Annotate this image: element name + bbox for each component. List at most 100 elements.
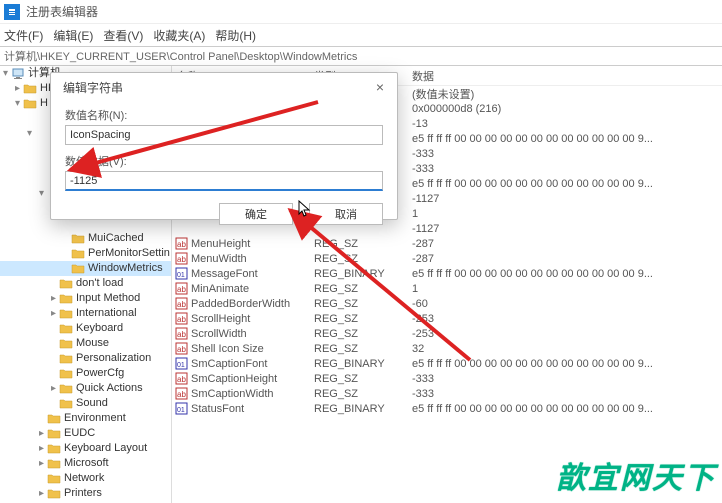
folder-icon xyxy=(59,278,73,290)
tree-item-label: WindowMetrics xyxy=(88,261,163,276)
expand-icon[interactable]: ▸ xyxy=(36,426,47,441)
tree-item-label: don't load xyxy=(76,276,123,291)
tree-item-label: Printers xyxy=(64,486,102,501)
value-type: REG_SZ xyxy=(314,313,412,325)
menu-view[interactable]: 查看(V) xyxy=(103,27,143,44)
column-data[interactable]: 数据 xyxy=(412,68,722,84)
value-row[interactable]: 01SmCaptionFontREG_BINARYe5 ff ff ff 00 … xyxy=(172,356,722,371)
value-name-input[interactable] xyxy=(65,125,383,145)
value-row[interactable]: 01StatusFontREG_BINARYe5 ff ff ff 00 00 … xyxy=(172,401,722,416)
tree-item[interactable]: Personalization xyxy=(0,351,171,366)
svg-text:ab: ab xyxy=(177,240,186,249)
expand-icon[interactable]: ▸ xyxy=(48,381,59,396)
edit-string-dialog: 编辑字符串 × 数值名称(N): 数值数据(V): 确定 取消 xyxy=(50,72,398,220)
folder-icon xyxy=(23,98,37,110)
folder-icon xyxy=(47,488,61,500)
tree-item[interactable]: Network xyxy=(0,471,171,486)
expand-icon[interactable]: ▾ xyxy=(12,96,23,111)
value-data: -1127 xyxy=(412,193,722,205)
tree-item[interactable]: MuiCached xyxy=(0,231,171,246)
svg-text:ab: ab xyxy=(177,375,186,384)
folder-icon xyxy=(35,113,49,125)
tree-item[interactable]: ▸ Printers xyxy=(0,486,171,501)
value-data: 1 xyxy=(412,208,722,220)
tree-item[interactable]: ▸Microsoft xyxy=(0,456,171,471)
tree-item[interactable]: Sound xyxy=(0,396,171,411)
svg-text:ab: ab xyxy=(177,315,186,324)
svg-text:ab: ab xyxy=(177,330,186,339)
value-name: MenuWidth xyxy=(191,253,314,265)
value-type: REG_BINARY xyxy=(314,403,412,415)
value-data: e5 ff ff ff 00 00 00 00 00 00 00 00 00 0… xyxy=(412,178,722,190)
expand-icon[interactable]: ▸ xyxy=(36,441,47,456)
value-data: -13 xyxy=(412,118,722,130)
tree-item[interactable]: ▸ EUDC xyxy=(0,426,171,441)
value-row[interactable]: abShell Icon SizeREG_SZ32 xyxy=(172,341,722,356)
tree-item[interactable]: ▸International xyxy=(0,306,171,321)
value-name: ScrollWidth xyxy=(191,328,314,340)
tree-item-label: Personalization xyxy=(76,351,151,366)
expand-icon[interactable]: ▾ xyxy=(36,186,47,201)
close-icon[interactable]: × xyxy=(371,78,389,96)
tree-item[interactable]: PowerCfg xyxy=(0,366,171,381)
value-type: REG_SZ xyxy=(314,238,412,250)
menu-file[interactable]: 文件(F) xyxy=(4,27,43,44)
tree-item[interactable]: ▸Quick Actions xyxy=(0,381,171,396)
value-name: MinAnimate xyxy=(191,283,314,295)
tree-item[interactable]: don't load xyxy=(0,276,171,291)
value-data: e5 ff ff ff 00 00 00 00 00 00 00 00 00 0… xyxy=(412,403,722,415)
value-row[interactable]: abPaddedBorderWidthREG_SZ-60 xyxy=(172,296,722,311)
expand-icon[interactable]: ▸ xyxy=(48,306,59,321)
expand-icon[interactable]: ▾ xyxy=(0,66,11,81)
menu-fav[interactable]: 收藏夹(A) xyxy=(153,27,205,44)
value-row[interactable]: abMenuHeightREG_SZ-287 xyxy=(172,236,722,251)
reg-string-icon: ab xyxy=(174,252,188,266)
value-row[interactable]: abScrollWidthREG_SZ-253 xyxy=(172,326,722,341)
tree-item[interactable]: ▸Keyboard Layout xyxy=(0,441,171,456)
folder-icon xyxy=(47,458,61,470)
value-data: -333 xyxy=(412,373,722,385)
tree-item[interactable]: ▸Input Method xyxy=(0,291,171,306)
expand-icon[interactable]: ▾ xyxy=(24,126,35,141)
value-type: REG_BINARY xyxy=(314,268,412,280)
reg-string-icon: ab xyxy=(174,342,188,356)
value-data: e5 ff ff ff 00 00 00 00 00 00 00 00 00 0… xyxy=(412,268,722,280)
expand-icon[interactable]: ▸ xyxy=(12,81,23,96)
value-name: Shell Icon Size xyxy=(191,343,314,355)
value-row[interactable]: 01MessageFontREG_BINARYe5 ff ff ff 00 00… xyxy=(172,266,722,281)
dialog-title: 编辑字符串 xyxy=(63,79,123,96)
value-data: -253 xyxy=(412,328,722,340)
value-row[interactable]: abScrollHeightREG_SZ-253 xyxy=(172,311,722,326)
expand-icon[interactable]: ▸ xyxy=(36,486,47,501)
menu-edit[interactable]: 编辑(E) xyxy=(53,27,93,44)
value-name-label: 数值名称(N): xyxy=(65,107,383,123)
value-data: 0x000000d8 (216) xyxy=(412,103,722,115)
value-row[interactable]: abSmCaptionHeightREG_SZ-333 xyxy=(172,371,722,386)
mouse-cursor-icon xyxy=(298,200,312,218)
value-type: REG_SZ xyxy=(314,298,412,310)
value-data-input[interactable] xyxy=(65,171,383,191)
tree-item[interactable]: WindowMetrics xyxy=(0,261,171,276)
value-row[interactable]: abSmCaptionWidthREG_SZ-333 xyxy=(172,386,722,401)
tree-item-label: EUDC xyxy=(64,426,95,441)
regedit-icon xyxy=(4,4,20,20)
cancel-button[interactable]: 取消 xyxy=(309,203,383,225)
value-data: e5 ff ff ff 00 00 00 00 00 00 00 00 00 0… xyxy=(412,133,722,145)
folder-icon xyxy=(71,233,85,245)
ok-button[interactable]: 确定 xyxy=(219,203,293,225)
expand-icon[interactable]: ▸ xyxy=(36,456,47,471)
tree-item[interactable]: Mouse xyxy=(0,336,171,351)
tree-item[interactable]: Keyboard xyxy=(0,321,171,336)
reg-string-icon: ab xyxy=(174,372,188,386)
tree-item-label: Sound xyxy=(76,396,108,411)
value-row[interactable]: abMinAnimateREG_SZ1 xyxy=(172,281,722,296)
value-name: SmCaptionHeight xyxy=(191,373,314,385)
folder-icon xyxy=(47,473,61,485)
svg-text:ab: ab xyxy=(177,255,186,264)
expand-icon[interactable]: ▸ xyxy=(48,291,59,306)
menu-help[interactable]: 帮助(H) xyxy=(215,27,256,44)
value-row[interactable]: abMenuWidthREG_SZ-287 xyxy=(172,251,722,266)
address-bar[interactable]: 计算机\HKEY_CURRENT_USER\Control Panel\Desk… xyxy=(0,46,722,66)
tree-item[interactable]: Environment xyxy=(0,411,171,426)
tree-item[interactable]: PerMonitorSettin xyxy=(0,246,171,261)
